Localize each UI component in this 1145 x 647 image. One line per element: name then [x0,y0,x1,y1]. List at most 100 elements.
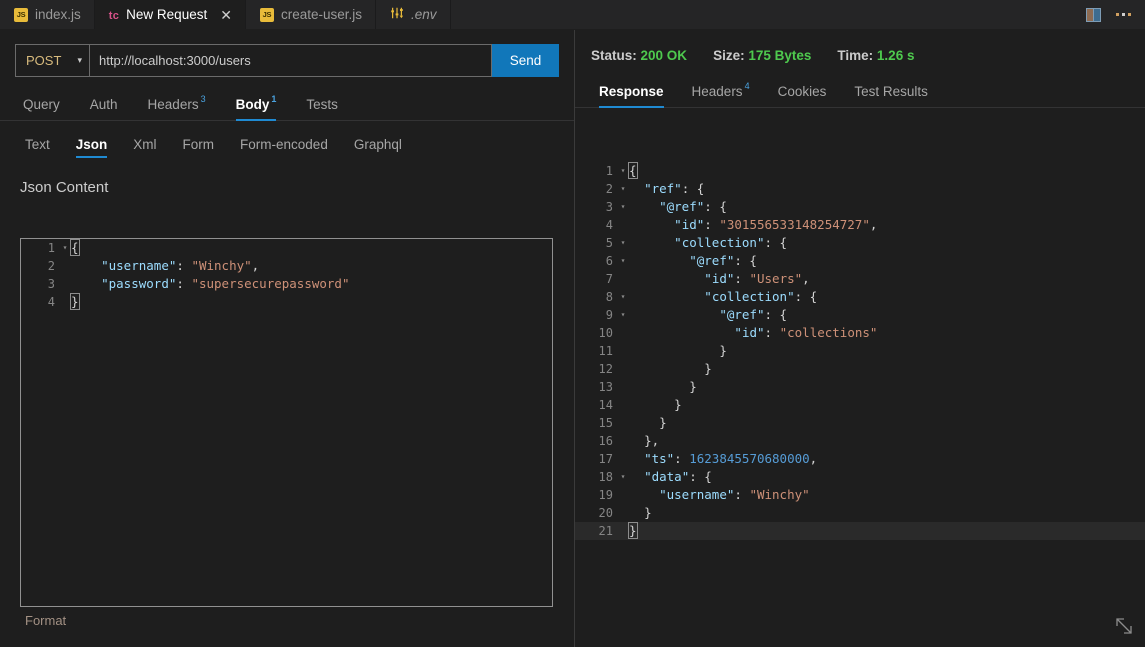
time-value: 1.26 s [876,48,915,63]
code-text: "username": "Winchy", [71,257,552,275]
body-type-xml[interactable]: Xml [120,137,169,158]
body-type-graphql[interactable]: Graphql [341,137,415,158]
line-number: 12 [598,362,613,376]
code-token: "Winchy" [191,258,252,273]
code-token: "id" [734,325,765,340]
resize-diagonal-icon[interactable] [1111,613,1137,639]
request-url-input[interactable] [89,44,492,77]
body-type-form-encoded[interactable]: Form-encoded [227,137,341,158]
code-text: "ref": { [629,180,1145,198]
request-tab-label: Tests [306,97,338,112]
fold-arrow-icon[interactable]: ▾ [617,162,629,180]
code-line: 13 } [575,378,1145,396]
editor-tab-env[interactable]: .env [376,0,451,29]
fold-arrow-icon[interactable]: ▾ [617,306,629,324]
line-number: 4 [47,295,55,309]
code-token: "Users" [749,271,803,286]
code-token: : [764,325,780,340]
body-type-json[interactable]: Json [63,137,121,158]
fold-arrow-icon[interactable]: ▾ [617,180,629,198]
code-token: "id" [674,217,705,232]
split-editor-icon[interactable] [1081,4,1105,26]
resize-diagonal-glyph [1116,618,1132,634]
body-type-label: Form [182,137,215,152]
request-tab-query[interactable]: Query [15,97,75,120]
close-tab-icon[interactable]: ✕ [220,8,232,22]
status-badge: Status: 200 OK [591,48,687,63]
code-token: "collection" [674,235,765,250]
response-tab-test-results[interactable]: Test Results [840,84,942,107]
line-number: 1 [47,241,55,255]
fold-arrow-icon[interactable]: ▾ [617,252,629,270]
code-text: "id": "collections" [629,324,1145,342]
editor-tab-index-js[interactable]: JS index.js [0,0,95,29]
request-tab-body[interactable]: Body 1 [221,95,292,121]
line-number: 7 [605,272,613,286]
send-button[interactable]: Send [492,44,559,77]
fold-arrow-icon[interactable]: ▾ [617,198,629,216]
code-token: : [176,258,192,273]
line-number: 18 [598,470,613,484]
code-text: "collection": { [629,288,1145,306]
body-type-label: Text [25,137,50,152]
fold-arrow-icon[interactable]: ▾ [617,234,629,252]
request-tab-headers[interactable]: Headers 3 [133,95,221,120]
editor-tab-label: index.js [35,7,81,22]
code-text: } [629,396,1145,414]
code-token: } [628,522,638,539]
editor-tab-new-request[interactable]: tc New Request ✕ [94,0,246,29]
tabbar-actions [1081,0,1145,29]
code-text: } [629,504,1145,522]
code-token: "password" [101,276,177,291]
fold-arrow-icon[interactable]: ▾ [617,288,629,306]
format-button[interactable]: Format [25,613,66,628]
code-token: "collection" [704,289,795,304]
code-line: 3 ▾ "@ref": { [575,198,1145,216]
thunder-client-window: JS index.js tc New Request ✕ JS create-user.js… [0,0,1145,647]
response-tabs: Response Headers 4 Cookies Test Results [575,78,1145,108]
code-text: } [629,360,1145,378]
code-token: { [70,239,80,256]
code-token: "@ref" [689,253,735,268]
code-line: 20 } [575,504,1145,522]
body-type-text[interactable]: Text [15,137,63,158]
code-line: 2 "username": "Winchy", [21,257,552,275]
http-method-select[interactable]: POST ▾ [15,44,89,77]
http-method-value: POST [26,53,62,68]
code-line: 4 "id": "301556533148254727", [575,216,1145,234]
fold-arrow-icon[interactable]: ▾ [59,239,71,257]
request-body-editor[interactable]: 1 ▾{2 "username": "Winchy", 3 "password": … [20,238,553,607]
response-body-code[interactable]: 1 ▾{2 ▾ "ref": {3 ▾ "@ref": {4 "id": "30155… [575,162,1145,540]
request-body-code[interactable]: 1 ▾{2 "username": "Winchy", 3 "password": … [21,239,552,311]
request-tab-auth[interactable]: Auth [75,97,133,120]
response-tab-headers[interactable]: Headers 4 [678,82,764,107]
ellipsis-glyph [1115,13,1131,16]
code-token: : { [704,199,727,214]
response-tab-label: Headers [691,84,743,99]
line-number: 11 [598,344,613,358]
response-tab-cookies[interactable]: Cookies [764,84,841,107]
response-tab-response[interactable]: Response [591,84,678,108]
request-tab-label: Body [235,97,270,112]
code-token: } [704,361,712,376]
response-body-viewer[interactable]: 1 ▾{2 ▾ "ref": {3 ▾ "@ref": {4 "id": "30155… [575,162,1145,647]
code-token: "@ref" [719,307,765,322]
code-token: "301556533148254727" [719,217,870,232]
fold-arrow-icon[interactable]: ▾ [617,468,629,486]
body-type-form[interactable]: Form [170,137,228,158]
editor-tab-create-user-js[interactable]: JS create-user.js [246,0,376,29]
request-tab-tests[interactable]: Tests [291,97,353,120]
code-line: 11 } [575,342,1145,360]
code-token: : { [764,307,788,322]
more-actions-icon[interactable] [1111,4,1135,26]
line-number: 8 [605,290,613,304]
code-token: : { [794,289,818,304]
